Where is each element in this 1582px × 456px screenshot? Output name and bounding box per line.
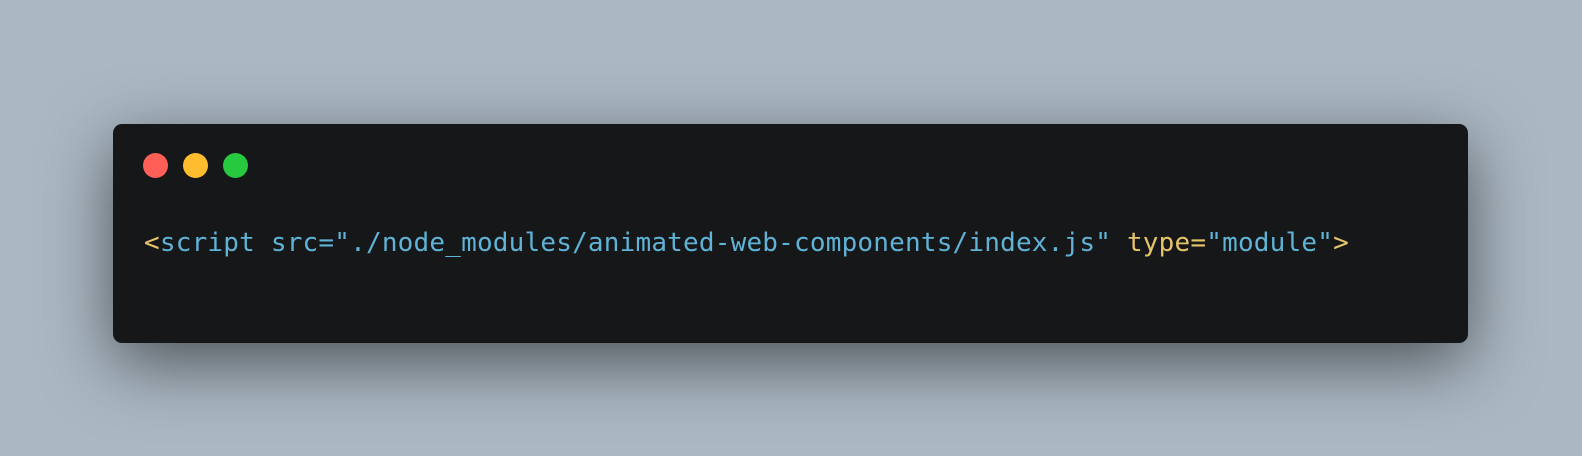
code-token-equals: =: [318, 228, 335, 258]
maximize-dot-icon[interactable]: [223, 153, 248, 178]
code-token-tag-name: script: [159, 228, 255, 258]
code-token-equals: =: [1190, 228, 1207, 258]
code-window: <script src="./node_modules/animated-web…: [113, 124, 1468, 343]
code-token-close-bracket: >: [1333, 228, 1349, 258]
minimize-dot-icon[interactable]: [183, 153, 208, 178]
window-controls: [143, 153, 248, 178]
code-token-type-attr: type: [1126, 228, 1191, 258]
code-token-src-value: "./node_modules/animated-web-components/…: [334, 228, 1112, 258]
code-line: <script src="./node_modules/animated-web…: [144, 224, 1349, 262]
code-token-src-attr: src: [270, 228, 319, 258]
code-token-type-value: "module": [1206, 228, 1334, 258]
code-token-open-bracket: <: [144, 228, 160, 258]
close-dot-icon[interactable]: [143, 153, 168, 178]
